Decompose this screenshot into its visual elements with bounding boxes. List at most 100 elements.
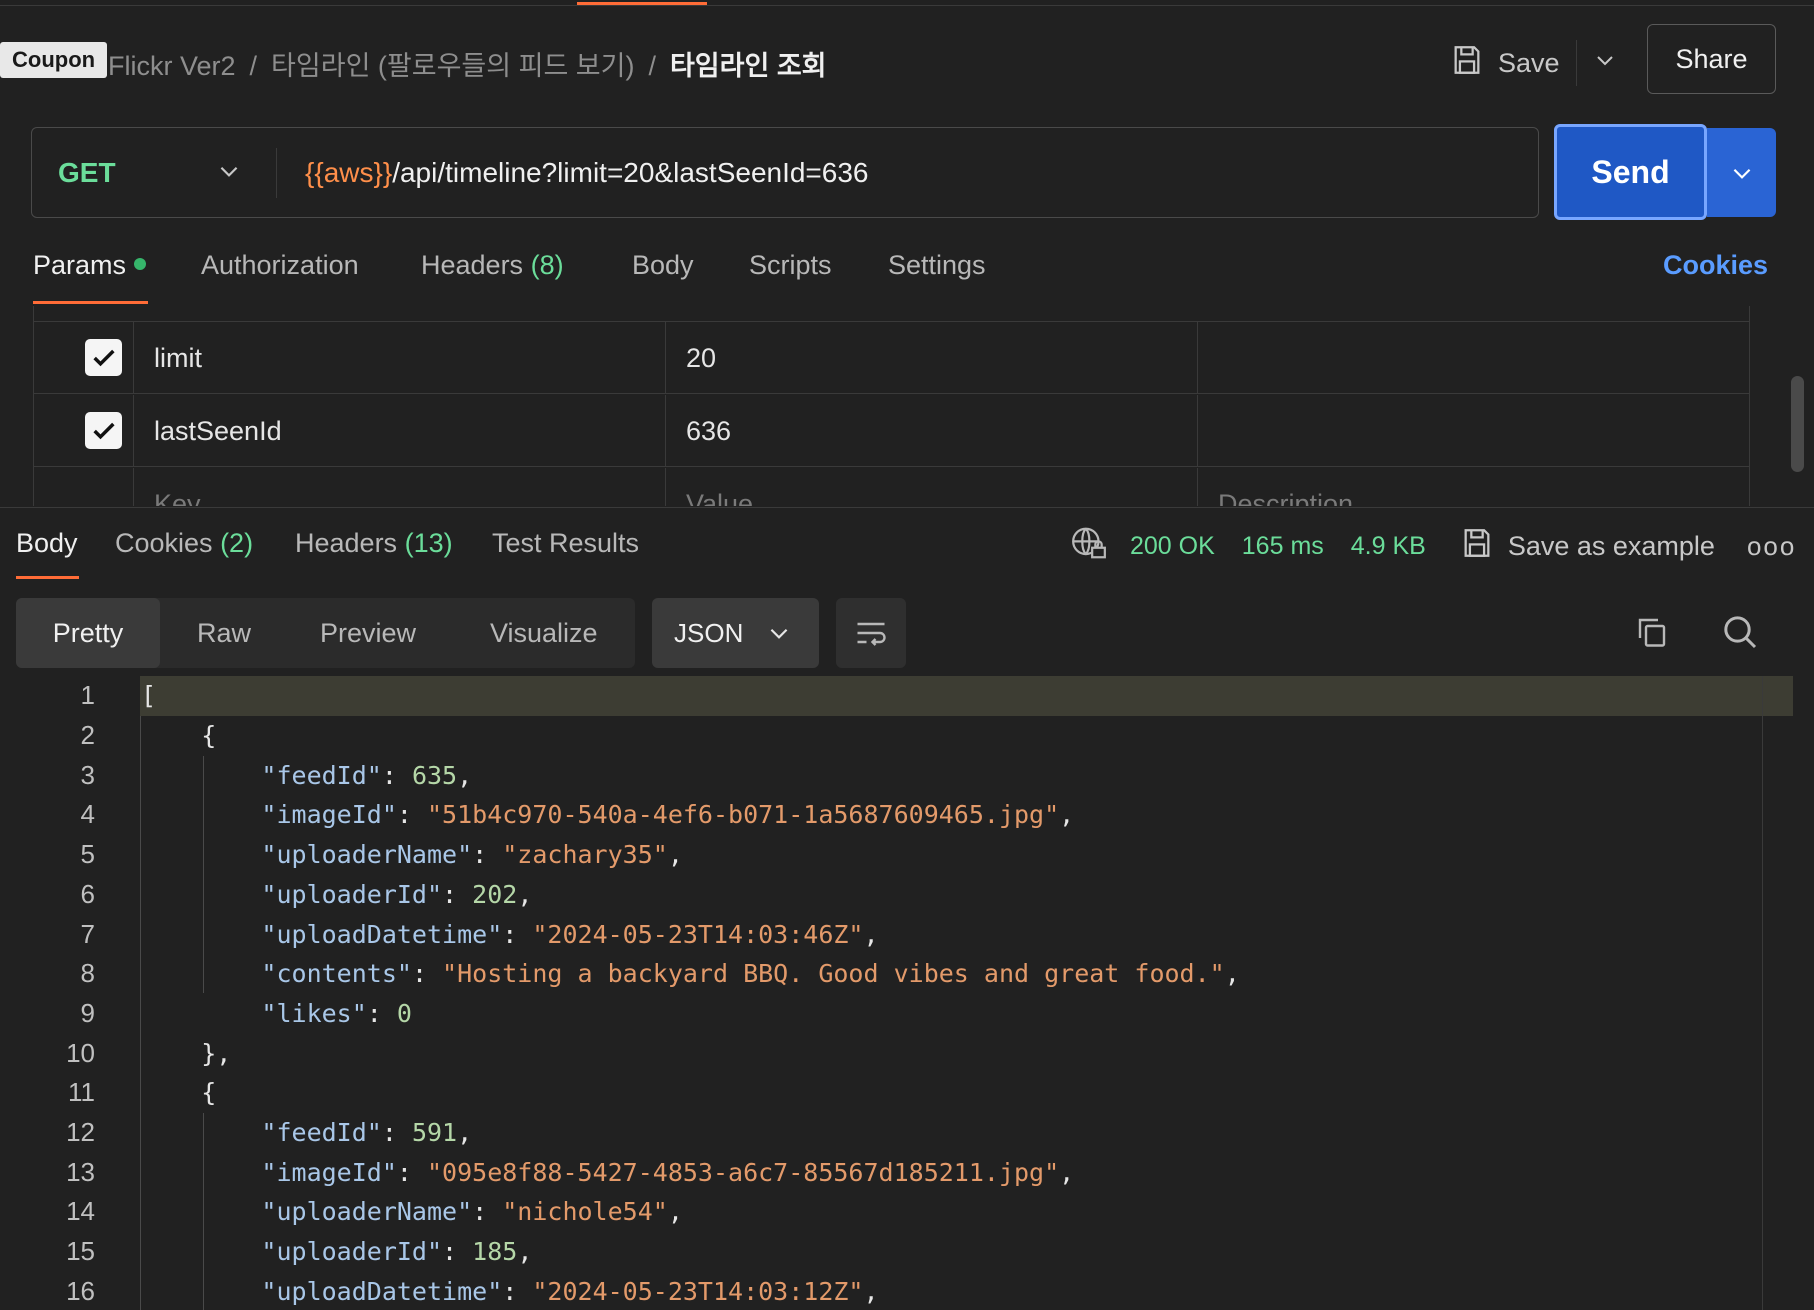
params-row: limit 20 bbox=[34, 322, 1749, 394]
code-text: "imageId": "095e8f88-5427-4853-a6c7-8556… bbox=[261, 1157, 1075, 1187]
save-as-example-button[interactable]: Save as example bbox=[1508, 531, 1715, 562]
view-tab-pretty[interactable]: Pretty bbox=[16, 598, 160, 668]
breadcrumb-folder[interactable]: 타임라인 (팔로우들의 피드 보기) bbox=[271, 51, 634, 81]
row-check-cell bbox=[34, 322, 134, 394]
code-line: 14 "uploaderName": "nichole54", bbox=[0, 1192, 1814, 1232]
response-body-viewer[interactable]: 1[ 2 { 3 "feedId": 635, 4 "imageId": "51… bbox=[0, 676, 1814, 1310]
line-number: 12 bbox=[66, 1117, 95, 1148]
line-number: 10 bbox=[66, 1037, 95, 1068]
response-time[interactable]: 165 ms bbox=[1242, 532, 1324, 561]
param-description[interactable] bbox=[1198, 395, 1749, 467]
param-description[interactable] bbox=[1198, 322, 1749, 394]
description-placeholder[interactable]: Description bbox=[1198, 468, 1749, 507]
url-path: /api/timeline?limit=20&lastSeenId=636 bbox=[392, 156, 869, 188]
response-meta: 200 OK 165 ms 4.9 KB Save as example ooo bbox=[1070, 526, 1796, 566]
json-key: "uploaderName" bbox=[261, 840, 473, 870]
value-placeholder[interactable]: Value bbox=[666, 468, 1198, 506]
globe-lock-icon[interactable] bbox=[1070, 524, 1108, 569]
tab-scripts[interactable]: Scripts bbox=[749, 250, 832, 281]
send-options-button[interactable] bbox=[1707, 128, 1776, 217]
resp-tab-test-results[interactable]: Test Results bbox=[492, 528, 639, 559]
resp-tab-headers[interactable]: Headers (13) bbox=[295, 528, 453, 559]
breadcrumb-request-name[interactable]: 타임라인 조회 bbox=[670, 51, 827, 81]
param-checkbox[interactable] bbox=[85, 339, 122, 376]
status-code[interactable]: 200 OK bbox=[1130, 532, 1215, 561]
active-tab-underline bbox=[16, 576, 79, 579]
json-string: "2024-05-23T14:03:46Z" bbox=[532, 919, 864, 949]
response-size[interactable]: 4.9 KB bbox=[1351, 532, 1426, 561]
send-button[interactable]: Send bbox=[1554, 124, 1707, 220]
code-line: 12 "feedId": 591, bbox=[0, 1113, 1814, 1153]
method-select[interactable]: GET bbox=[32, 128, 277, 217]
params-scrollbar[interactable] bbox=[1791, 376, 1804, 472]
code-text: "uploaderName": "nichole54", bbox=[261, 1197, 683, 1227]
tab-params[interactable]: Params bbox=[33, 250, 147, 281]
view-mode-tabs: Pretty Raw Preview Visualize bbox=[16, 598, 635, 668]
format-select[interactable]: JSON bbox=[652, 598, 819, 668]
save-button[interactable]: Save bbox=[1498, 48, 1560, 79]
chevron-down-icon[interactable] bbox=[1593, 48, 1617, 79]
key-placeholder[interactable]: Key bbox=[134, 468, 666, 506]
chevron-down-icon bbox=[216, 158, 242, 189]
view-tab-preview[interactable]: Preview bbox=[320, 598, 416, 668]
resp-tab-cookies-label: Cookies bbox=[115, 528, 213, 558]
code-line: 4 "imageId": "51b4c970-540a-4ef6-b071-1a… bbox=[0, 795, 1814, 835]
line-number: 5 bbox=[80, 839, 95, 870]
breadcrumb-collection[interactable]: Flickr Ver2 bbox=[108, 51, 236, 81]
view-tab-raw[interactable]: Raw bbox=[197, 598, 251, 668]
more-icon[interactable]: ooo bbox=[1747, 531, 1796, 562]
json-string: "095e8f88-5427-4853-a6c7-85567d185211.jp… bbox=[427, 1157, 1060, 1187]
param-checkbox[interactable] bbox=[85, 412, 122, 449]
wrap-lines-button[interactable] bbox=[836, 598, 906, 668]
json-key: "uploaderName" bbox=[261, 1197, 473, 1227]
check-icon bbox=[92, 349, 115, 366]
check-icon bbox=[92, 422, 115, 439]
json-string: "2024-05-23T14:03:12Z" bbox=[532, 1276, 864, 1306]
code-line: 8 "contents": "Hosting a backyard BBQ. G… bbox=[0, 954, 1814, 994]
tab-headers-label: Headers bbox=[421, 250, 524, 280]
json-key: "feedId" bbox=[261, 1118, 382, 1148]
param-value[interactable]: 636 bbox=[666, 395, 1198, 467]
tab-headers-count: (8) bbox=[530, 250, 564, 280]
param-value[interactable]: 20 bbox=[666, 322, 1198, 394]
search-icon[interactable] bbox=[1720, 612, 1760, 652]
code-text: { bbox=[141, 721, 217, 751]
code-line: 15 "uploaderId": 185, bbox=[0, 1232, 1814, 1272]
code-text: "likes": 0 bbox=[261, 998, 412, 1028]
code-line: 10 }, bbox=[0, 1033, 1814, 1073]
chevron-down-icon bbox=[1733, 168, 1750, 179]
json-number: 0 bbox=[396, 998, 412, 1028]
code-text: "contents": "Hosting a backyard BBQ. Goo… bbox=[261, 959, 1240, 989]
tab-authorization[interactable]: Authorization bbox=[201, 250, 359, 281]
line-number: 14 bbox=[66, 1196, 95, 1227]
save-icon[interactable] bbox=[1450, 43, 1484, 84]
line-number: 16 bbox=[66, 1275, 95, 1306]
breadcrumb: Flickr Ver2 / 타임라인 (팔로우들의 피드 보기) / 타임라인 조회 bbox=[108, 44, 827, 83]
cookies-link[interactable]: Cookies bbox=[1663, 250, 1768, 281]
code-line: 2 { bbox=[0, 716, 1814, 756]
param-key[interactable]: lastSeenId bbox=[134, 395, 666, 467]
resp-tab-cookies-count: (2) bbox=[220, 528, 254, 558]
share-button[interactable]: Share bbox=[1647, 24, 1776, 94]
url-divider bbox=[276, 148, 277, 198]
params-row: lastSeenId 636 bbox=[34, 395, 1749, 467]
tab-settings[interactable]: Settings bbox=[888, 250, 986, 281]
pane-divider[interactable] bbox=[0, 507, 1814, 508]
code-text: "uploadDatetime": "2024-05-23T14:03:12Z"… bbox=[261, 1276, 879, 1306]
url-input[interactable]: {{aws}}/api/timeline?limit=20&lastSeenId… bbox=[305, 128, 869, 217]
tab-headers[interactable]: Headers (8) bbox=[421, 250, 564, 281]
row-check-cell bbox=[34, 468, 134, 506]
view-tab-visualize[interactable]: Visualize bbox=[490, 598, 598, 668]
line-number: 4 bbox=[80, 799, 95, 830]
json-string: "Hosting a backyard BBQ. Good vibes and … bbox=[442, 959, 1225, 989]
save-group: Save bbox=[1450, 40, 1617, 86]
code-text: "imageId": "51b4c970-540a-4ef6-b071-1a56… bbox=[261, 800, 1075, 830]
active-tab-underline bbox=[33, 301, 148, 304]
tab-body[interactable]: Body bbox=[632, 250, 694, 281]
copy-icon[interactable] bbox=[1634, 614, 1670, 650]
line-number: 11 bbox=[68, 1077, 95, 1108]
save-icon[interactable] bbox=[1460, 526, 1494, 567]
resp-tab-body[interactable]: Body bbox=[16, 528, 78, 559]
resp-tab-cookies[interactable]: Cookies (2) bbox=[115, 528, 253, 559]
param-key[interactable]: limit bbox=[134, 322, 666, 394]
